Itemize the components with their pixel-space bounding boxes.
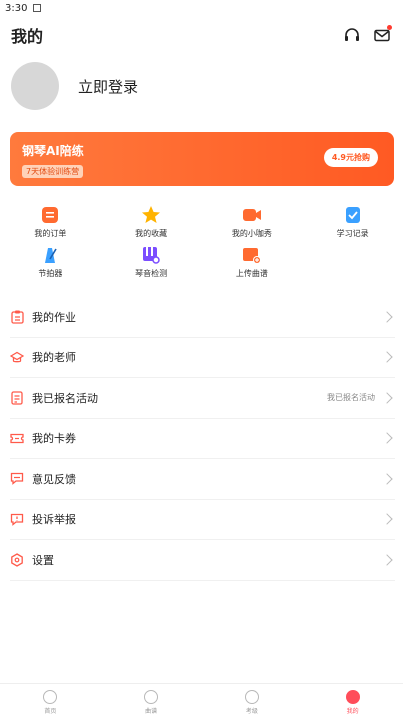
chevron-right-icon xyxy=(381,311,393,323)
menu-label: 意见反馈 xyxy=(32,472,76,486)
chevron-right-icon xyxy=(381,392,393,404)
exam-icon xyxy=(244,689,259,704)
status-bar: 3:30 xyxy=(0,0,403,16)
piano-check-icon xyxy=(141,245,161,265)
tab-label: 我的 xyxy=(346,707,359,715)
activity-icon xyxy=(10,391,24,405)
score-icon xyxy=(144,689,159,704)
promo-banner[interactable]: 钢琴AI陪练 7天体验训练营 4.9元抢购 xyxy=(10,132,394,186)
mail-icon[interactable] xyxy=(373,25,392,44)
grid-label: 琴音检测 xyxy=(135,269,168,278)
menu-item-teacher[interactable]: 我的老师 xyxy=(10,338,395,378)
status-time: 3:30 xyxy=(5,2,28,14)
menu-label: 我的老师 xyxy=(32,351,76,365)
grid-label: 上传曲谱 xyxy=(235,269,268,278)
homework-icon xyxy=(10,310,24,324)
tab-profile[interactable]: 我的 xyxy=(302,684,403,720)
menu-label: 我的卡券 xyxy=(32,432,76,446)
teacher-icon xyxy=(10,350,24,364)
login-link[interactable]: 立即登录 xyxy=(78,76,138,97)
header: 我的 xyxy=(0,16,403,54)
grid-item-upload-score[interactable]: 上传曲谱 xyxy=(202,245,303,279)
grid-item-video-show[interactable]: 我的小咖秀 xyxy=(202,205,303,239)
menu-item-activity[interactable]: 我已报名活动 我已报名活动 xyxy=(10,378,395,419)
grid-label: 我的小咖秀 xyxy=(231,229,272,238)
tab-label: 考级 xyxy=(245,707,258,715)
menu-label: 设置 xyxy=(32,553,54,567)
menu-item-report[interactable]: 投诉举报 xyxy=(10,500,395,540)
order-icon xyxy=(40,205,60,225)
menu-right-text: 我已报名活动 xyxy=(327,393,375,403)
record-icon xyxy=(343,205,363,225)
menu-label: 我的作业 xyxy=(32,310,76,324)
menu-item-feedback[interactable]: 意见反馈 xyxy=(10,459,395,500)
menu-label: 我已报名活动 xyxy=(32,391,98,405)
home-icon xyxy=(43,689,58,704)
chevron-right-icon xyxy=(381,432,393,444)
metronome-icon xyxy=(40,245,60,265)
menu-item-homework[interactable]: 我的作业 xyxy=(10,297,395,338)
menu-label: 投诉举报 xyxy=(32,513,76,527)
grid-item-study-record[interactable]: 学习记录 xyxy=(302,205,403,239)
tab-label: 首页 xyxy=(44,707,57,715)
profile-section[interactable]: 立即登录 xyxy=(0,54,403,114)
feature-grid: 我的订单 我的收藏 我的小咖秀 学习记录 节拍器 琴音检测 上传曲谱 xyxy=(0,205,403,279)
headphones-icon[interactable] xyxy=(343,26,361,44)
chevron-right-icon xyxy=(381,513,393,525)
video-icon xyxy=(242,205,262,225)
promo-subtitle: 7天体验训练营 xyxy=(22,165,84,178)
star-icon xyxy=(141,205,161,225)
menu-list: 我的作业 我的老师 我已报名活动 我已报名活动 我的卡券 意见反馈 投诉举报 设… xyxy=(0,297,403,581)
profile-icon xyxy=(345,689,360,704)
notification-icon xyxy=(33,4,42,12)
menu-item-settings[interactable]: 设置 xyxy=(10,540,395,581)
grid-label: 我的订单 xyxy=(34,229,67,238)
promo-buy-button[interactable]: 4.9元抢购 xyxy=(323,148,378,167)
tab-score[interactable]: 曲谱 xyxy=(101,684,202,720)
report-icon xyxy=(10,512,24,526)
grid-label: 学习记录 xyxy=(336,229,369,238)
grid-label: 节拍器 xyxy=(38,269,63,278)
grid-item-pitch-check[interactable]: 琴音检测 xyxy=(101,245,202,279)
chevron-right-icon xyxy=(381,554,393,566)
bottom-tab-bar: 首页 曲谱 考级 我的 xyxy=(0,683,403,720)
upload-score-icon xyxy=(242,245,262,265)
avatar[interactable] xyxy=(11,62,59,110)
grid-item-orders[interactable]: 我的订单 xyxy=(0,205,101,239)
page-title: 我的 xyxy=(11,27,44,46)
tab-home[interactable]: 首页 xyxy=(0,684,101,720)
chevron-right-icon xyxy=(381,351,393,363)
feedback-icon xyxy=(10,472,24,486)
settings-icon xyxy=(10,552,24,567)
notification-dot xyxy=(387,25,392,30)
chevron-right-icon xyxy=(381,473,393,485)
grid-item-favorites[interactable]: 我的收藏 xyxy=(101,205,202,239)
grid-item-metronome[interactable]: 节拍器 xyxy=(0,245,101,279)
coupon-icon xyxy=(10,431,24,445)
grid-label: 我的收藏 xyxy=(135,229,168,238)
tab-exam[interactable]: 考级 xyxy=(202,684,303,720)
tab-label: 曲谱 xyxy=(145,707,158,715)
menu-item-coupon[interactable]: 我的卡券 xyxy=(10,419,395,459)
